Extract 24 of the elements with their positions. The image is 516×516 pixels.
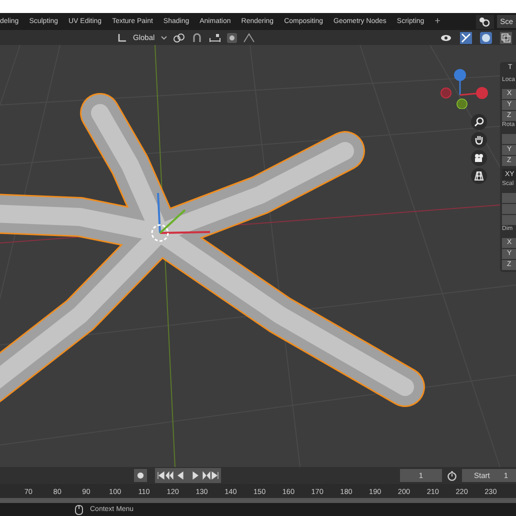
stopwatch-icon[interactable] <box>447 470 457 480</box>
link-icon[interactable] <box>172 32 185 42</box>
axes-icon[interactable] <box>117 32 127 42</box>
snap-target-icon[interactable] <box>208 32 221 42</box>
overlay-toggle[interactable] <box>480 32 492 44</box>
zoom-icon[interactable] <box>471 114 487 130</box>
mouse-icon <box>75 504 83 514</box>
eye-icon[interactable] <box>440 32 452 42</box>
playback-controls[interactable] <box>155 468 221 483</box>
hand-icon[interactable] <box>471 132 487 148</box>
transform-gizmo-drawing <box>157 192 210 234</box>
3d-cursor-icon <box>151 224 169 242</box>
caret-icon[interactable] <box>160 36 167 40</box>
gizmo-toggle[interactable] <box>460 32 472 44</box>
proportional-editing-toggle[interactable] <box>226 32 237 42</box>
record-button[interactable] <box>134 469 147 482</box>
scene-icon[interactable] <box>476 14 494 28</box>
xray-toggle[interactable] <box>500 32 512 44</box>
snap-toggle[interactable] <box>190 32 203 44</box>
grid-view-icon[interactable] <box>471 168 487 184</box>
record-icon[interactable] <box>137 472 144 479</box>
falloff-curve-icon[interactable] <box>242 32 255 42</box>
add-workspace-button[interactable]: + <box>434 16 440 27</box>
camera-icon[interactable] <box>471 150 487 166</box>
